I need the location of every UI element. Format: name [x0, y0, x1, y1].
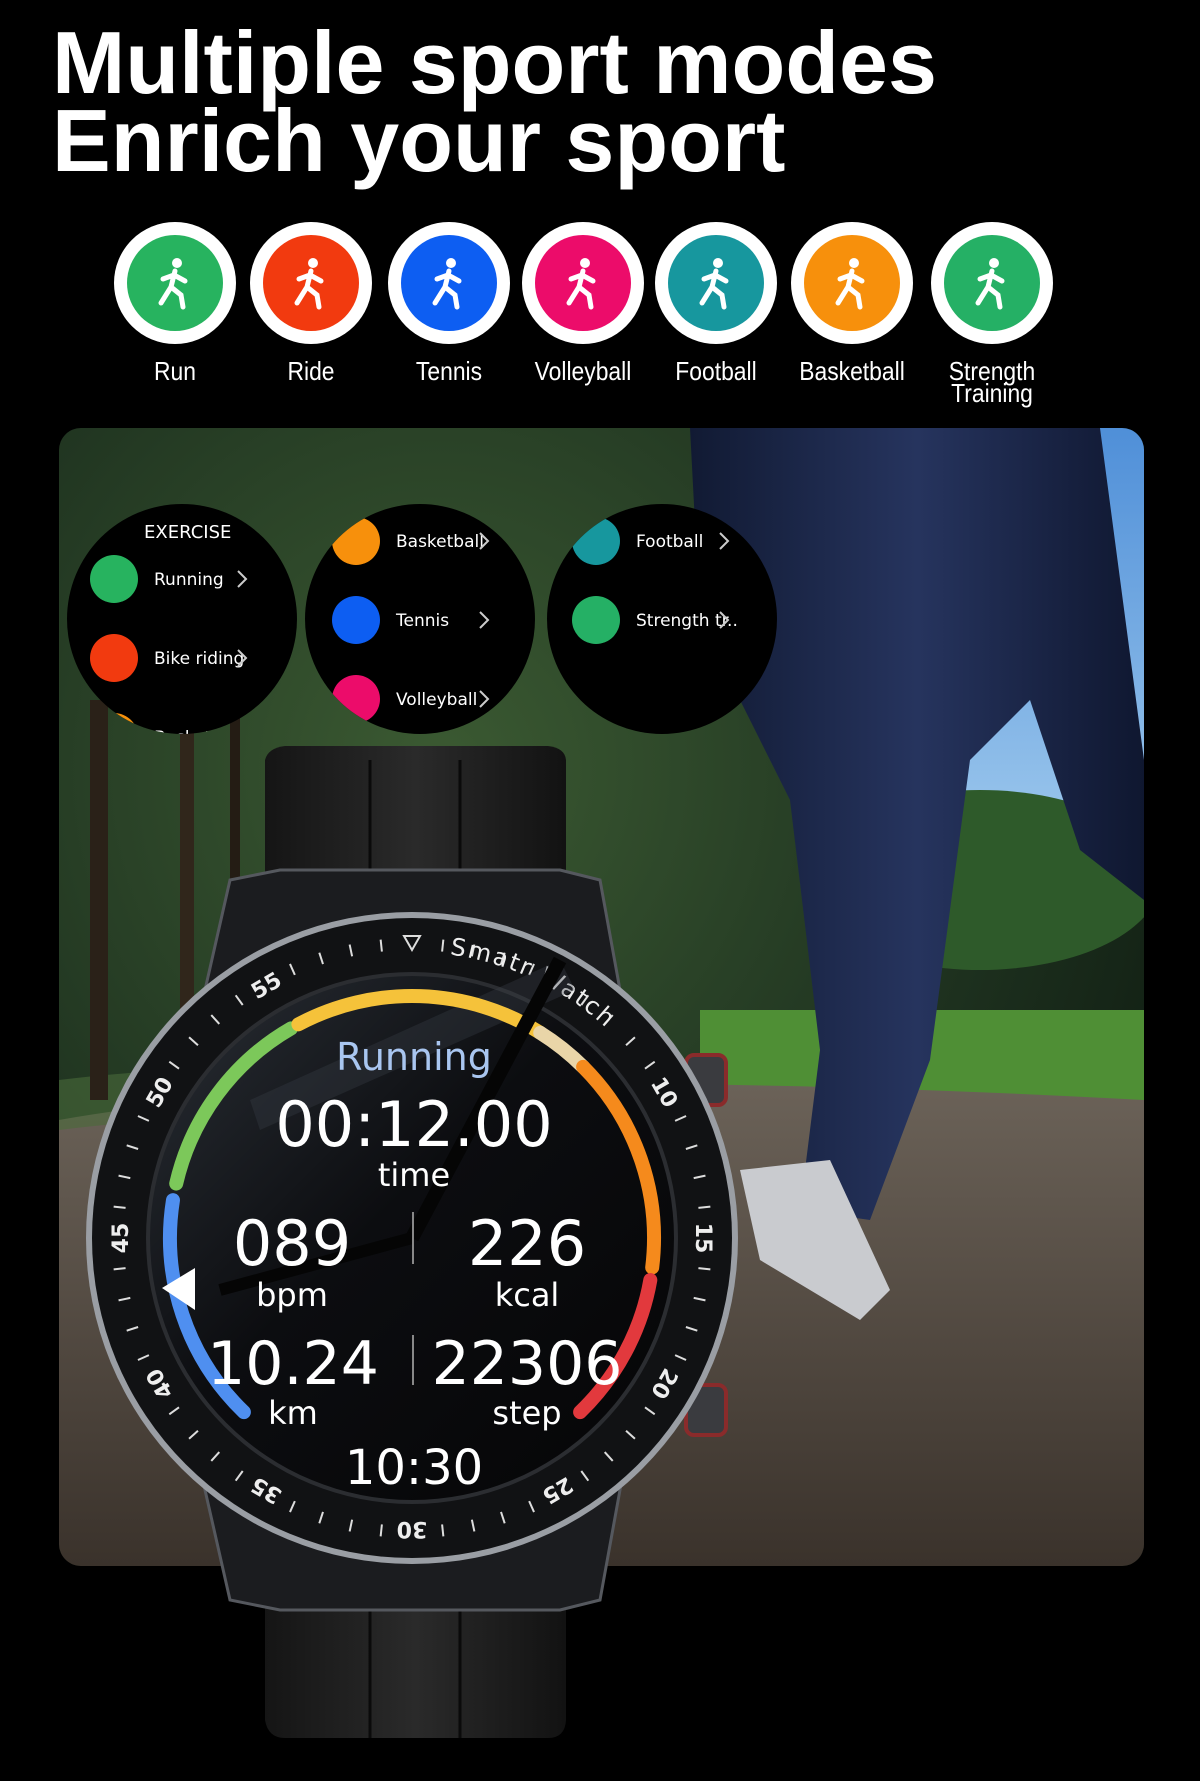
- sport-mode-tennis[interactable]: Tennis: [374, 222, 524, 386]
- tennis-icon: [401, 235, 497, 331]
- headline: Multiple sport modes Enrich your sport: [52, 19, 937, 190]
- bezel-number: 45: [109, 1223, 134, 1254]
- menu-item-label: Running: [154, 570, 224, 590]
- distance-value: 10.24: [207, 1329, 379, 1399]
- calories-unit: kcal: [495, 1276, 560, 1314]
- sport-mode-run[interactable]: Run: [100, 222, 250, 386]
- calories-value: 226: [468, 1207, 586, 1280]
- menu-item-icon: [332, 596, 380, 644]
- bezel-number: 30: [397, 1516, 428, 1541]
- sport-mode-basketball[interactable]: Basketball: [777, 222, 927, 386]
- sport-mode-strength-training[interactable]: Strength Training: [917, 222, 1067, 408]
- distance-unit: km: [268, 1394, 318, 1432]
- mode-icon-ring: [791, 222, 913, 344]
- heart-rate-unit: bpm: [256, 1276, 328, 1314]
- mode-icon-ring: [931, 222, 1053, 344]
- menu-screen: FootballStrength tr..: [547, 504, 777, 734]
- menu-item-icon: [572, 596, 620, 644]
- mode-icon-ring: [655, 222, 777, 344]
- mode-icon-ring: [388, 222, 510, 344]
- steps-value: 22306: [432, 1329, 623, 1399]
- running-icon: [127, 235, 223, 331]
- menu-item-icon: [90, 634, 138, 682]
- mode-label: Strength Training: [948, 356, 1036, 408]
- mode-icon-ring: [522, 222, 644, 344]
- menu-item-label: Volleyball: [396, 690, 477, 710]
- mode-label: Tennis: [415, 356, 483, 386]
- menu-item-label: Tennis: [395, 611, 449, 631]
- mode-icon-ring: [114, 222, 236, 344]
- basketball-icon: [804, 235, 900, 331]
- football-icon: [668, 235, 764, 331]
- cycling-icon: [263, 235, 359, 331]
- menu-item-label: Bike riding: [154, 649, 244, 669]
- clock-time: 10:30: [345, 1440, 483, 1496]
- headline-line-2: Enrich your sport: [52, 91, 786, 190]
- sport-mode-volleyball[interactable]: Volleyball: [508, 222, 658, 386]
- mode-label: Volleyball: [534, 356, 632, 386]
- mode-icon-ring: [250, 222, 372, 344]
- timer-unit: time: [378, 1156, 450, 1194]
- bezel-number: 15: [690, 1223, 715, 1254]
- timer-value: 00:12.00: [275, 1088, 552, 1161]
- menu-item-label: Football: [636, 532, 703, 552]
- mode-label: Football: [675, 356, 757, 386]
- steps-unit: step: [492, 1394, 561, 1432]
- weightlifting-icon: [944, 235, 1040, 331]
- menu-item-label: Basketball: [396, 532, 484, 552]
- sport-mode-ride[interactable]: Ride: [236, 222, 386, 386]
- exercise-menu-screens: EXERCISERunningBike ridingBasketlBasketb…: [67, 504, 777, 734]
- menu-item-icon: [90, 555, 138, 603]
- sport-mode-football[interactable]: Football: [641, 222, 791, 386]
- menu-screen: Basketball Tennis Volleyball: [305, 504, 535, 734]
- volleyball-icon: [535, 235, 631, 331]
- mode-label: Ride: [287, 356, 335, 386]
- menu-header: EXERCISE: [144, 522, 231, 543]
- heart-rate-value: 089: [233, 1207, 351, 1280]
- mode-label: Basketball: [799, 356, 905, 386]
- mode-label: Run: [154, 356, 196, 386]
- mode-title: Running: [336, 1035, 492, 1079]
